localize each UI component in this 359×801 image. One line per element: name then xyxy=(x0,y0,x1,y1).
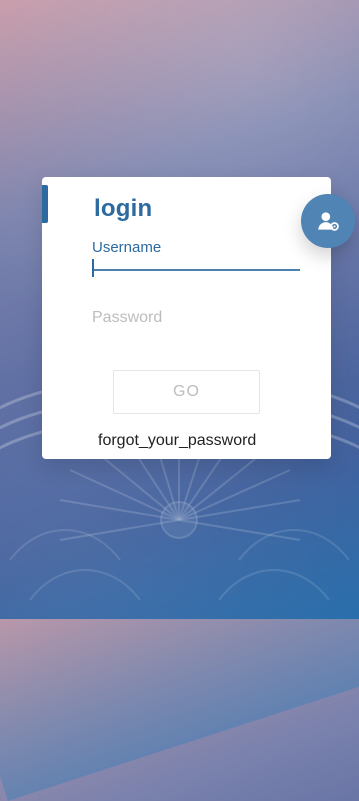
username-label: Username xyxy=(92,239,162,256)
login-card: login Username GO forgot_your_password xyxy=(42,177,331,459)
username-input[interactable] xyxy=(96,255,300,275)
username-underline xyxy=(92,269,300,271)
password-input[interactable] xyxy=(92,305,300,331)
username-caret xyxy=(92,259,94,277)
avatar-fab[interactable] xyxy=(301,194,355,248)
login-title: login xyxy=(94,195,153,222)
card-accent-bar xyxy=(42,185,48,223)
forgot-password-link[interactable]: forgot_your_password xyxy=(98,432,256,450)
user-settings-icon xyxy=(318,212,339,231)
go-button[interactable]: GO xyxy=(113,370,260,414)
